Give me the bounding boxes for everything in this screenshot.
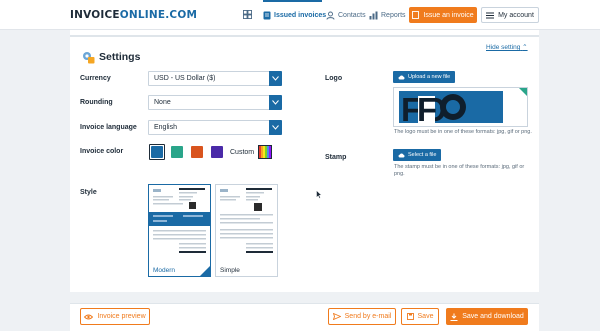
logo-preview-image: FO F [399, 88, 527, 127]
svg-text:F: F [417, 91, 437, 127]
chevron-down-icon [269, 95, 282, 110]
currency-label: Currency [80, 75, 111, 82]
send-by-email-button[interactable]: Send by e-mail [328, 308, 396, 325]
style-caption: Modern [153, 267, 176, 274]
style-caption: Simple [220, 267, 240, 274]
nav-issued-invoices[interactable]: Issued invoices [263, 8, 326, 22]
swatch-fill [151, 146, 163, 158]
swatch-fill [171, 146, 183, 158]
invoice-language-select[interactable]: English [148, 120, 282, 135]
logo-preview: FO F [393, 87, 528, 127]
stamp-format-hint: The stamp must be in one of these format… [394, 164, 525, 177]
color-swatch-orange[interactable] [189, 144, 205, 160]
rounding-label: Rounding [80, 99, 113, 106]
eye-icon [84, 314, 94, 319]
custom-color-picker[interactable] [258, 145, 272, 159]
save-button[interactable]: Save [401, 308, 439, 325]
save-icon [406, 313, 414, 320]
style-option-simple[interactable]: Simple [215, 184, 278, 277]
swatch-fill [211, 146, 223, 158]
chevron-down-icon [269, 120, 282, 135]
color-swatch-teal[interactable] [169, 144, 185, 160]
download-icon [450, 313, 458, 321]
nav-contacts[interactable]: Contacts [326, 8, 366, 22]
invoice-icon [263, 11, 271, 19]
invoice-color-label: Invoice color [80, 148, 124, 155]
custom-color-label: Custom [230, 149, 255, 156]
invoice-language-label: Invoice language [80, 124, 137, 131]
cloud-upload-icon [398, 74, 405, 79]
nav-label: Issued invoices [274, 11, 327, 19]
active-tab-indicator [263, 0, 322, 2]
upload-logo-button[interactable]: Upload a new file [393, 71, 456, 83]
color-swatch-blue[interactable] [149, 144, 165, 160]
invoice-preview-button[interactable]: Invoice preview [80, 308, 150, 325]
stamp-label: Stamp [325, 154, 347, 161]
nav-label: Reports [381, 11, 406, 19]
logo-label: Logo [325, 75, 343, 82]
select-stamp-button[interactable]: Select a file [393, 149, 442, 161]
nav-reports[interactable]: Reports [369, 8, 406, 22]
style-option-modern[interactable]: Modern [148, 184, 211, 277]
site-logo[interactable]: INVOICEONLINE.COM [70, 9, 197, 21]
top-navigation-bar: INVOICEONLINE.COM Issued invoices Contac… [0, 0, 600, 30]
mouse-cursor-icon [316, 190, 322, 199]
document-icon [412, 11, 420, 19]
simple-template-thumbnail [220, 188, 273, 253]
reports-icon [369, 11, 378, 19]
menu-icon [486, 12, 495, 18]
my-account-button[interactable]: My account [481, 7, 539, 23]
color-swatch-purple[interactable] [209, 144, 225, 160]
dashboard-icon[interactable] [243, 10, 252, 19]
logo-format-hint: The logo must be in one of these formats… [394, 129, 532, 135]
settings-icon [83, 52, 95, 64]
modern-template-thumbnail [149, 188, 210, 253]
swatch-fill [191, 146, 203, 158]
contacts-icon [326, 11, 335, 20]
style-label: Style [80, 189, 97, 196]
nav-label: Contacts [338, 11, 366, 19]
issue-invoice-button[interactable]: Issue an invoice [409, 7, 477, 23]
send-icon [332, 313, 341, 320]
rounding-select[interactable]: None [148, 95, 282, 110]
chevron-down-icon [269, 71, 282, 86]
settings-title: Settings [99, 51, 141, 63]
currency-select[interactable]: USD - US Dollar ($) [148, 71, 282, 86]
selected-check-icon [200, 266, 210, 276]
hide-setting-link[interactable]: Hide setting ⌃ [486, 43, 528, 51]
chevron-up-icon: ⌃ [522, 44, 528, 51]
save-and-download-button[interactable]: Save and download [446, 308, 528, 325]
cloud-upload-icon [398, 152, 405, 157]
